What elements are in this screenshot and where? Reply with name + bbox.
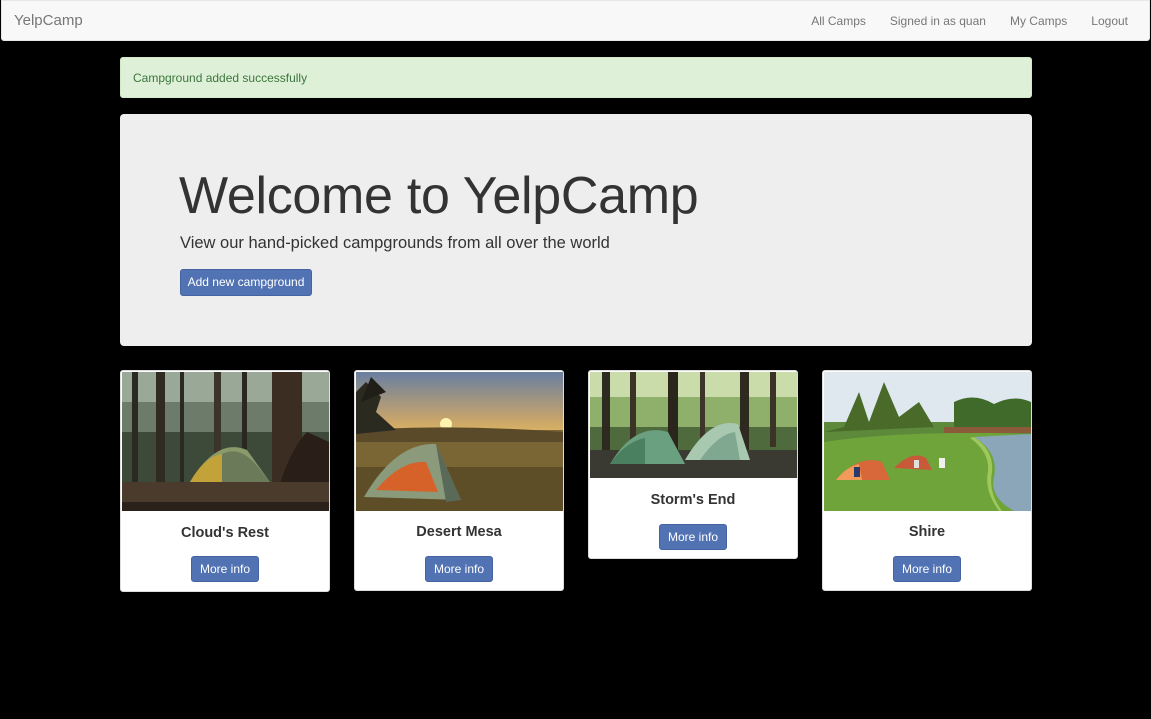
more-info-button[interactable]: More info bbox=[425, 556, 493, 582]
campground-card: Cloud's Rest More info bbox=[120, 370, 330, 592]
navbar: YelpCamp All Camps Signed in as quan My … bbox=[1, 0, 1150, 41]
add-campground-button[interactable]: Add new campground bbox=[180, 269, 312, 296]
jumbotron: Welcome to YelpCamp View our hand-picked… bbox=[120, 114, 1032, 346]
campground-name: Storm's End bbox=[650, 492, 736, 508]
campground-card: Storm's End More info bbox=[588, 370, 798, 559]
campground-card: Shire More info bbox=[822, 370, 1032, 591]
campground-image-tent-at-sunset bbox=[356, 372, 563, 511]
campground-name: Shire bbox=[908, 524, 946, 540]
more-info-button[interactable]: More info bbox=[191, 556, 259, 582]
campground-name: Desert Mesa bbox=[416, 524, 502, 540]
success-alert: Campground added successfully bbox=[120, 57, 1032, 98]
nav-link-signed-in[interactable]: Signed in as quan bbox=[890, 14, 986, 28]
nav-link-all-camps[interactable]: All Camps bbox=[811, 14, 866, 28]
campground-card: Desert Mesa More info bbox=[354, 370, 564, 591]
campground-image-tent-in-forest bbox=[122, 372, 329, 511]
campground-image-tents-by-river bbox=[824, 372, 1031, 511]
nav-links: All Camps Signed in as quan My Camps Log… bbox=[787, 14, 1128, 28]
campground-image-tents-in-woods bbox=[590, 372, 797, 478]
campground-name: Cloud's Rest bbox=[180, 525, 270, 541]
brand-link[interactable]: YelpCamp bbox=[14, 12, 83, 29]
page-title: Welcome to YelpCamp bbox=[179, 167, 699, 225]
more-info-button[interactable]: More info bbox=[659, 524, 727, 550]
more-info-button[interactable]: More info bbox=[893, 556, 961, 582]
page-subtitle: View our hand-picked campgrounds from al… bbox=[180, 234, 610, 252]
nav-link-logout[interactable]: Logout bbox=[1091, 14, 1128, 28]
nav-link-my-camps[interactable]: My Camps bbox=[1010, 14, 1067, 28]
